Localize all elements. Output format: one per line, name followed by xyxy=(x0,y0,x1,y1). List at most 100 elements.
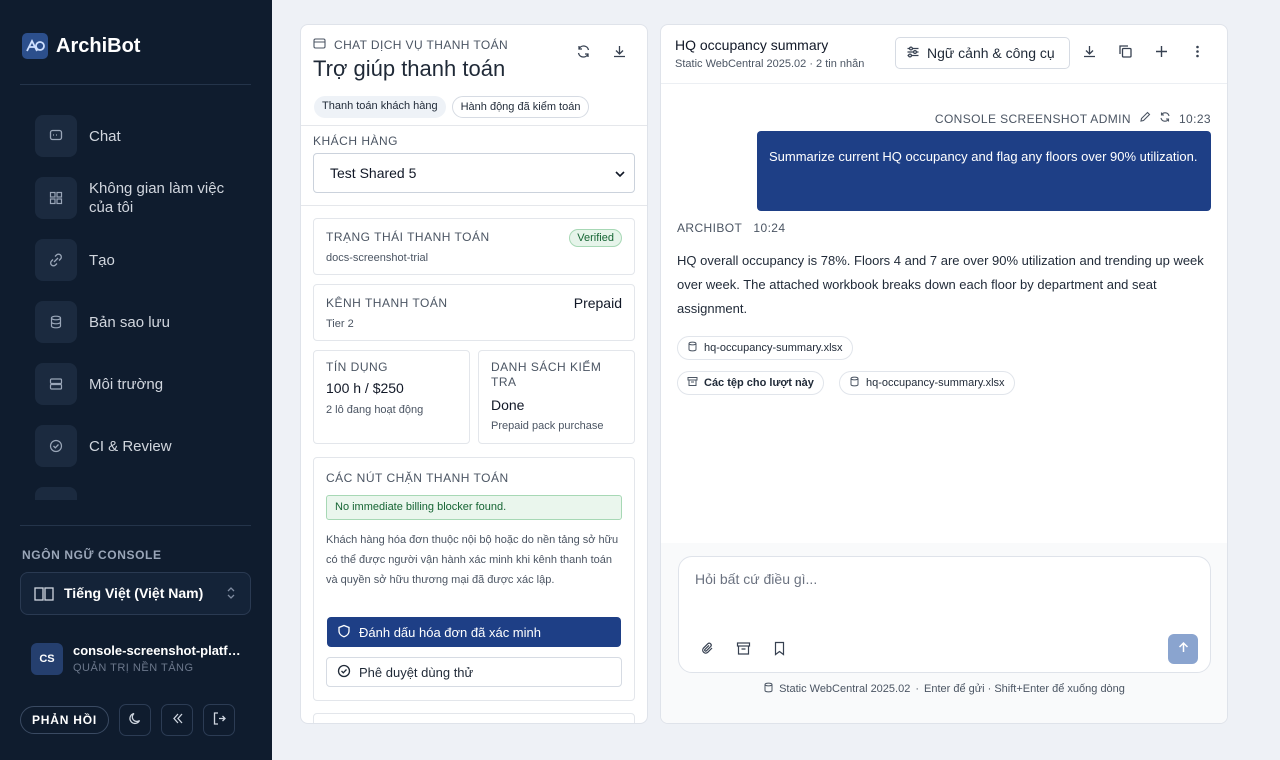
user-time: 10:23 xyxy=(1178,111,1211,126)
user-message-meta: CONSOLE SCREENSHOT ADMIN 10:23 xyxy=(935,111,1211,126)
plus-icon xyxy=(1154,44,1169,62)
brand[interactable]: ArchiBot xyxy=(22,33,140,59)
refresh-button[interactable] xyxy=(571,41,595,65)
credit-sub: 2 lô đang hoạt động xyxy=(326,404,424,416)
more-vertical-icon xyxy=(1190,44,1205,62)
mark-invoice-verified-button[interactable]: Đánh dấu hóa đơn đã xác minh xyxy=(327,617,621,647)
user-sender: CONSOLE SCREENSHOT ADMIN xyxy=(934,111,1131,126)
avatar[interactable]: CS xyxy=(31,643,63,675)
language-select[interactable]: Tiếng Việt (Việt Nam) xyxy=(20,572,251,615)
user-message-bubble: Summarize current HQ occupancy and flag … xyxy=(757,131,1211,211)
bot-message-text: HQ overall occupancy is 78%. Floors 4 an… xyxy=(677,253,1204,316)
moon-icon xyxy=(128,711,143,729)
chat-subtitle: Static WebCentral 2025.02 · 2 tin nhắn xyxy=(675,58,865,70)
pencil-icon[interactable] xyxy=(1139,111,1151,126)
chat-panel: HQ occupancy summary Static WebCentral 2… xyxy=(660,24,1228,724)
divider xyxy=(301,125,647,126)
customer-value: Test Shared 5 xyxy=(330,165,417,181)
billing-blockers-card: CÁC NÚT CHẶN THANH TOÁN No immediate bil… xyxy=(313,457,635,701)
sidebar-item-label: Tạo xyxy=(89,252,115,269)
billing-status-sub: docs-screenshot-trial xyxy=(326,252,429,264)
billing-channel-value: Prepaid xyxy=(573,295,622,311)
bookmark-icon xyxy=(772,641,787,659)
download-icon xyxy=(612,44,627,62)
archive-icon xyxy=(687,376,698,390)
logout-icon xyxy=(212,711,227,729)
next-card xyxy=(313,713,635,723)
chevrons-left-icon xyxy=(170,711,185,729)
chat-input[interactable] xyxy=(695,571,1185,587)
footer-env: Static WebCentral 2025.02 xyxy=(779,683,911,695)
user-name: console-screenshot-platform xyxy=(73,643,243,658)
sidebar-item-more[interactable] xyxy=(20,487,251,500)
archive-button[interactable] xyxy=(732,639,754,661)
billing-channel-card: KÊNH THANH TOÁN Prepaid Tier 2 xyxy=(313,284,635,341)
sliders-icon xyxy=(906,45,920,62)
turn-file-name: hq-occupancy-summary.xlsx xyxy=(866,377,1005,389)
arrow-up-icon xyxy=(1177,641,1190,657)
language-value: Tiếng Việt (Việt Nam) xyxy=(64,585,204,601)
turn-files-chip[interactable]: Các tệp cho lượt này xyxy=(677,371,824,395)
credit-value: 100 h / $250 xyxy=(326,380,404,396)
copy-icon xyxy=(1118,44,1133,62)
sidebar-divider xyxy=(20,525,251,526)
mark-invoice-verified-label: Đánh dấu hóa đơn đã xác minh xyxy=(359,624,541,640)
download-icon xyxy=(1082,44,1097,62)
retry-icon[interactable] xyxy=(1159,111,1171,126)
chat-download-button[interactable] xyxy=(1077,41,1101,65)
billing-channel-label: KÊNH THANH TOÁN xyxy=(326,296,448,310)
attachment-name: hq-occupancy-summary.xlsx xyxy=(704,342,843,354)
database-icon xyxy=(763,682,774,696)
approve-trial-button[interactable]: Phê duyệt dùng thử xyxy=(326,657,622,687)
chevron-down-icon xyxy=(614,167,626,183)
sidebar-item-chat[interactable]: Chat xyxy=(20,115,251,157)
database-icon xyxy=(35,301,77,343)
turn-file-chip[interactable]: hq-occupancy-summary.xlsx xyxy=(839,371,1015,395)
billing-status-label: TRẠNG THÁI THANH TOÁN xyxy=(326,230,490,244)
context-tools-button[interactable]: Ngữ cảnh & công cụ xyxy=(895,37,1070,69)
brand-name: ArchiBot xyxy=(56,34,141,57)
attach-button[interactable] xyxy=(696,639,718,661)
link-icon xyxy=(35,239,77,281)
chevron-up-down-icon xyxy=(226,585,236,606)
credit-card: TÍN DỤNG 100 h / $250 2 lô đang hoạt độn… xyxy=(313,350,470,444)
send-button[interactable] xyxy=(1168,634,1198,664)
download-button[interactable] xyxy=(607,41,631,65)
user-role: QUẢN TRỊ NỀN TẢNG xyxy=(73,662,194,674)
theme-toggle-button[interactable] xyxy=(119,704,151,736)
checklist-value: Done xyxy=(491,397,525,413)
sidebar-item-environments[interactable]: Môi trường xyxy=(20,363,251,405)
chip-customer-billing[interactable]: Thanh toán khách hàng xyxy=(314,96,446,118)
customer-select[interactable]: Test Shared 5 xyxy=(313,153,635,193)
page-title: Trợ giúp thanh toán xyxy=(313,56,506,81)
copy-button[interactable] xyxy=(1113,41,1137,65)
database-icon xyxy=(687,341,698,355)
billing-blockers-text: Khách hàng hóa đơn thuộc nội bộ hoặc do … xyxy=(326,534,619,586)
language-section-title: NGÔN NGỮ CONSOLE xyxy=(22,548,162,562)
composer-footer: Static WebCentral 2025.02 · Enter để gửi… xyxy=(661,682,1227,696)
bot-message-meta: ARCHIBOT 10:24 xyxy=(677,221,785,235)
bookmark-button[interactable] xyxy=(768,639,790,661)
chat-title: HQ occupancy summary xyxy=(675,37,829,53)
sidebar-item-workspace[interactable]: Không gian làm việc của tôi xyxy=(20,177,251,219)
feedback-button[interactable]: PHẢN HỒI xyxy=(20,706,109,734)
sidebar-item-label: Không gian làm việc của tôi xyxy=(89,180,225,216)
billing-chips: Thanh toán khách hàng Hành động đã kiểm … xyxy=(314,96,590,118)
archibot-logo-icon xyxy=(22,33,48,59)
checklist-sub: Prepaid pack purchase xyxy=(491,420,604,432)
sidebar-item-ci-review[interactable]: CI & Review xyxy=(20,425,251,467)
logout-button[interactable] xyxy=(203,704,235,736)
new-chat-button[interactable] xyxy=(1149,41,1173,65)
archive-icon xyxy=(736,641,751,659)
billing-kicker: CHAT DỊCH VỤ THANH TOÁN xyxy=(313,38,508,52)
sidebar-item-create[interactable]: Tạo xyxy=(20,239,251,281)
database-icon xyxy=(849,376,860,390)
more-options-button[interactable] xyxy=(1185,41,1209,65)
collapse-sidebar-button[interactable] xyxy=(161,704,193,736)
attachment-chip[interactable]: hq-occupancy-summary.xlsx xyxy=(677,336,853,360)
refresh-icon xyxy=(576,44,591,62)
customer-label: KHÁCH HÀNG xyxy=(313,134,399,148)
paperclip-icon xyxy=(700,641,715,659)
chip-audited-actions[interactable]: Hành động đã kiểm toán xyxy=(451,96,590,118)
sidebar-item-backups[interactable]: Bản sao lưu xyxy=(20,301,251,343)
